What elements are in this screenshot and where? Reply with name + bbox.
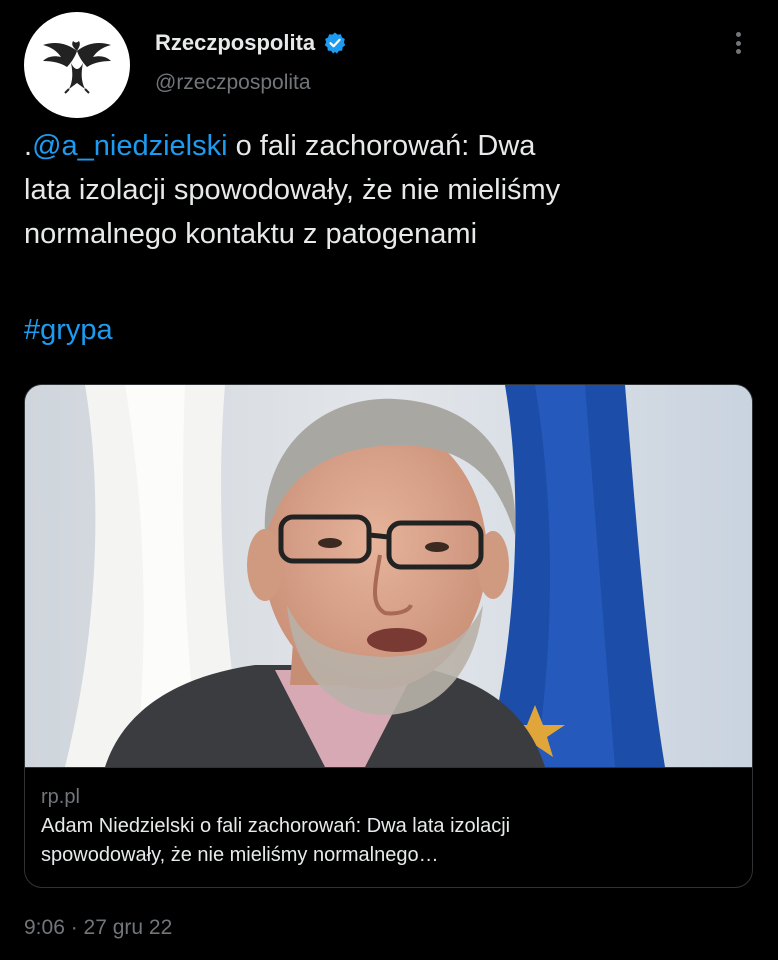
avatar[interactable] (24, 12, 130, 118)
card-domain: rp.pl (41, 786, 80, 808)
hashtag-line: #grypa (24, 308, 113, 352)
author-handle[interactable]: @rzeczpospolita (155, 71, 311, 95)
link-card[interactable]: rp.pl Adam Niedzielski o fali zachorowań… (24, 384, 753, 888)
more-options-icon[interactable] (728, 28, 748, 58)
tweet-prefix: . (24, 130, 33, 162)
tweet-text: .@a_niedzielski o fali zachorowań: Dwa l… (24, 124, 744, 256)
author-name-row: Rzeczpospolita (155, 30, 347, 56)
author-display-name[interactable]: Rzeczpospolita (155, 30, 315, 56)
card-info[interactable]: rp.pl Adam Niedzielski o fali zachorowań… (25, 767, 752, 887)
hashtag-link[interactable]: #grypa (24, 314, 113, 346)
verified-badge-icon (323, 31, 347, 55)
card-image[interactable] (25, 385, 752, 767)
mention-link[interactable]: @a_niedzielski (32, 130, 227, 162)
card-title: Adam Niedzielski o fali zachorowań: Dwa … (41, 815, 511, 866)
eagle-logo-icon (43, 41, 111, 94)
tweet-timestamp[interactable]: 9:06 · 27 gru 22 (24, 916, 172, 940)
